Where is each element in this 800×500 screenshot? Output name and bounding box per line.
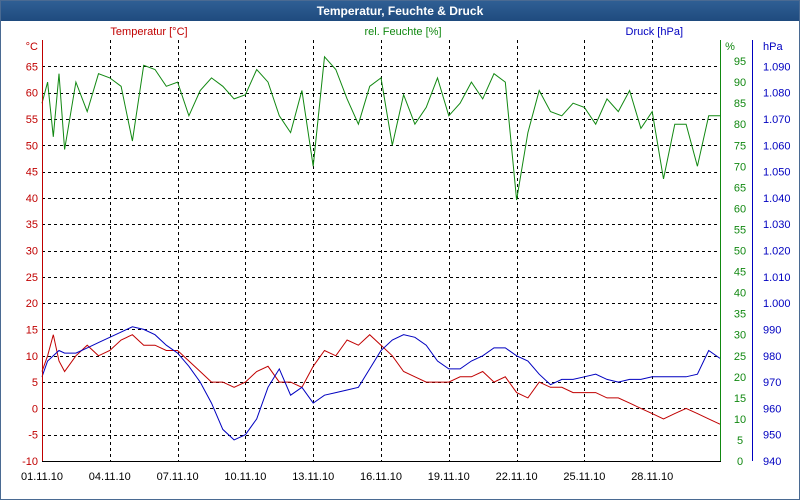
temperature-tick-label: 40 <box>26 193 38 205</box>
x-tick-label: 01.11.10 <box>21 471 63 483</box>
pressure-tick-label: 1.090 <box>763 61 791 73</box>
x-tick-label: 10.11.10 <box>224 471 266 483</box>
temperature-tick-label: 20 <box>26 298 38 310</box>
pressure-tick-label: 960 <box>763 403 781 415</box>
humidity-tick-label: 20 <box>734 372 746 384</box>
humidity-tick-label: 95 <box>734 56 746 68</box>
humidity-tick-label: 50 <box>734 246 746 258</box>
pressure-tick-label: 1.030 <box>763 219 791 231</box>
temperature-tick-label: 25 <box>26 272 38 284</box>
pressure-tick-label: 1.010 <box>763 272 791 284</box>
temperature-tick-label: 50 <box>26 140 38 152</box>
pressure-unit-label: hPa <box>763 41 783 53</box>
humidity-tick-label: 55 <box>734 224 746 236</box>
pressure-tick-label: 1.070 <box>763 114 791 126</box>
x-tick-label: 16.11.10 <box>360 471 402 483</box>
temperature-tick-label: 55 <box>26 114 38 126</box>
temperature-tick-label: 35 <box>26 219 38 231</box>
humidity-unit-label: % <box>725 41 735 53</box>
pressure-tick-label: 970 <box>763 377 781 389</box>
temperature-tick-label: 0 <box>32 403 38 415</box>
temperature-tick-label: 60 <box>26 88 38 100</box>
pressure-tick-label: 990 <box>763 324 781 336</box>
humidity-tick-label: 60 <box>734 203 746 215</box>
temperature-tick-label: 65 <box>26 61 38 73</box>
temperature-tick-label: 10 <box>26 351 38 363</box>
humidity-tick-label: 80 <box>734 119 746 131</box>
humidity-tick-label: 75 <box>734 140 746 152</box>
humidity-tick-label: 15 <box>734 393 746 405</box>
temperature-tick-label: 5 <box>32 377 38 389</box>
humidity-tick-label: 0 <box>737 456 743 468</box>
temperature-tick-label: 45 <box>26 167 38 179</box>
pressure-tick-label: 1.060 <box>763 140 791 152</box>
pressure-tick-label: 1.000 <box>763 298 791 310</box>
pressure-tick-label: 1.040 <box>763 193 791 205</box>
pressure-tick-label: 940 <box>763 456 781 468</box>
temperature-axis-title: Temperatur [°C] <box>110 26 187 38</box>
x-tick-label: 22.11.10 <box>496 471 538 483</box>
climate-chart: -10 -5 0 5 10 15 20 25 30 35 40 45 50 55 60 65 0 5 10 15 20 2… <box>21 26 791 483</box>
pressure-tick-label: 1.020 <box>763 246 791 258</box>
humidity-tick-label: 45 <box>734 267 746 279</box>
humidity-tick-label: 25 <box>734 351 746 363</box>
pressure-tick-label: 1.080 <box>763 88 791 100</box>
humidity-tick-label: 35 <box>734 309 746 321</box>
x-tick-label: 07.11.10 <box>157 471 199 483</box>
humidity-tick-label: 10 <box>734 414 746 426</box>
pressure-tick-label: 950 <box>763 430 781 442</box>
pressure-tick-label: 980 <box>763 351 781 363</box>
temperature-tick-label: 30 <box>26 246 38 258</box>
humidity-tick-label: 85 <box>734 98 746 110</box>
temperature-tick-label: 15 <box>26 324 38 336</box>
humidity-tick-label: 5 <box>737 435 743 447</box>
temperature-unit-label: °C <box>26 41 38 53</box>
humidity-axis-title: rel. Feuchte [%] <box>364 26 441 38</box>
humidity-tick-label: 70 <box>734 161 746 173</box>
humidity-tick-label: 40 <box>734 288 746 300</box>
x-tick-label: 19.11.10 <box>428 471 470 483</box>
pressure-tick-label: 1.050 <box>763 167 791 179</box>
humidity-tick-label: 30 <box>734 330 746 342</box>
pressure-axis-title: Druck [hPa] <box>626 26 683 38</box>
humidity-tick-label: 90 <box>734 77 746 89</box>
x-tick-label: 13.11.10 <box>292 471 334 483</box>
temperature-tick-label: -10 <box>22 456 38 468</box>
x-tick-label: 25.11.10 <box>563 471 605 483</box>
temperature-tick-label: -5 <box>28 430 38 442</box>
x-tick-label: 28.11.10 <box>631 471 673 483</box>
humidity-tick-label: 65 <box>734 182 746 194</box>
x-tick-label: 04.11.10 <box>89 471 131 483</box>
